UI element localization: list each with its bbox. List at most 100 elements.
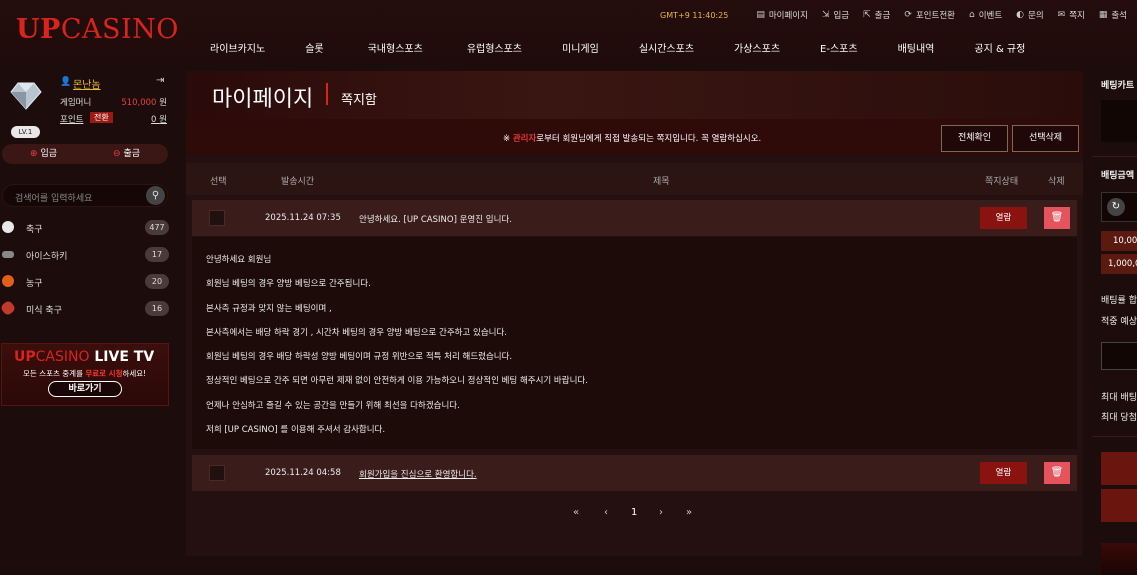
pagination-current[interactable]: 1	[631, 507, 637, 518]
minus-circle-icon: ⊖	[112, 149, 121, 159]
nav-live-casino[interactable]: 라이브카지노	[210, 40, 265, 55]
amount-button[interactable]: 1,000,0	[1101, 254, 1137, 274]
deposit-button[interactable]: ⊕ 입금	[2, 144, 85, 164]
basketball-icon	[2, 275, 14, 287]
search-input[interactable]: 검색어를 입력하세요 ⚲	[2, 184, 168, 207]
row-date: 2025.11.24 07:35	[265, 213, 341, 223]
message-line: 안녕하세요 회원님	[206, 255, 272, 265]
wallet-in-icon: ⇲	[821, 10, 830, 20]
sport-count: 477	[145, 220, 169, 235]
banner-thumb[interactable]	[1101, 543, 1137, 575]
delete-selected-button[interactable]: 선택삭제	[1012, 125, 1079, 152]
max-bet-label: 최대 배팅	[1101, 393, 1137, 403]
table-row[interactable]: 2025.11.24 04:58 회원가입을 진심으로 환영합니다. 열람 🗑	[192, 455, 1077, 491]
betslip-area	[1101, 100, 1137, 142]
nav-esports[interactable]: E-스포츠	[820, 40, 858, 55]
pagination-prev[interactable]: ‹	[604, 507, 608, 518]
message-line: 본사측 규정과 맞지 않는 베팅이며 ,	[206, 304, 332, 314]
message-line: 정상적인 베팅으로 간주 되면 아무런 제재 없이 안전하게 이용 가능하오니 …	[206, 376, 588, 386]
nav-mini-game[interactable]: 미니게임	[562, 40, 599, 55]
title-divider	[326, 83, 328, 105]
header-status: 쪽지상태	[985, 177, 1019, 187]
header-delete: 삭제	[1048, 177, 1065, 187]
main-nav: 라이브카지노 슬롯 국내형스포츠 유럽형스포츠 미니게임 실시간스포츠 가상스포…	[210, 40, 1025, 55]
table-header: 선택 발송시간 제목 쪽지상태 삭제	[186, 163, 1083, 195]
row-title[interactable]: 안녕하세요. [UP CASINO] 운영진 입니다.	[359, 213, 512, 225]
profile-panel: LV.1 👤 몬난놈 ⇥ 게임머니 510,000 원 포인트 전환 0 원 ⊕…	[0, 72, 177, 164]
top-utility-bar: GMT+9 11:40:25 ▤ 마이페이지 ⇲ 입금 ⇱ 출금 ⟳ 포인트전환 ⌂ 이벤…	[660, 9, 1127, 21]
sport-item-soccer[interactable]: 축구 477	[0, 217, 177, 239]
inquiry-link[interactable]: ◐ 문의	[1016, 9, 1044, 21]
nav-virtual-sports[interactable]: 가상스포츠	[734, 40, 780, 55]
withdraw-button[interactable]: ⊖ 출금	[85, 144, 168, 164]
american-football-icon	[0, 299, 17, 317]
search-icon[interactable]: ⚲	[146, 186, 165, 205]
check-all-button[interactable]: 전체확인	[941, 125, 1008, 152]
sport-item-american-football[interactable]: 미식 축구 16	[0, 298, 177, 320]
id-card-icon: ▤	[756, 10, 765, 20]
row-checkbox[interactable]	[209, 465, 225, 481]
banner-go-button[interactable]: 바로가기	[48, 381, 122, 397]
notice-text: ※ 관리자로부터 회원님에게 직접 발송되는 쪽지입니다. 꼭 열람하십시오.	[503, 134, 762, 144]
trash-icon[interactable]: 🗑	[1044, 207, 1070, 229]
bet-action-button[interactable]	[1101, 489, 1137, 522]
withdraw-link[interactable]: ⇱ 출금	[863, 9, 890, 21]
pagination-next[interactable]: ›	[659, 507, 663, 518]
gift-icon: ⌂	[968, 10, 975, 20]
bet-amount-input[interactable]: ↻	[1101, 192, 1137, 222]
trash-icon[interactable]: 🗑	[1044, 462, 1070, 484]
deposit-withdraw-bar: ⊕ 입금 ⊖ 출금	[2, 144, 168, 164]
nav-european-sports[interactable]: 유럽형스포츠	[467, 40, 522, 55]
pagination-first[interactable]: «	[573, 507, 579, 518]
bet-slip-panel: 베팅카트 배팅금액 ↻ 10,00 1,000,0 배팅률 합 적중 예상 최대…	[1092, 64, 1137, 575]
header-time: 발송시간	[281, 177, 315, 187]
reset-icon[interactable]: ↻	[1107, 198, 1125, 216]
nav-notice-rules[interactable]: 공지 & 규정	[974, 40, 1025, 55]
hockey-puck-icon	[2, 251, 14, 258]
point-convert-button[interactable]: 전환	[90, 112, 113, 123]
sport-item-ice-hockey[interactable]: 아이스하키 17	[0, 244, 177, 266]
username[interactable]: 몬난놈	[73, 76, 101, 91]
game-money-value: 510,000 원	[121, 98, 167, 108]
bet-action-button[interactable]	[1101, 452, 1137, 485]
sport-count: 20	[145, 274, 169, 289]
site-logo[interactable]: UPCASINO	[16, 14, 179, 45]
point-value: 0 원	[151, 115, 167, 125]
table-row[interactable]: 2025.11.24 07:35 안녕하세요. [UP CASINO] 운영진 …	[192, 200, 1077, 236]
row-checkbox[interactable]	[209, 210, 225, 226]
mypage-link[interactable]: ▤ 마이페이지	[756, 9, 808, 21]
messages-link[interactable]: ✉ 쪽지	[1058, 9, 1085, 21]
betslip-title: 베팅카트	[1101, 81, 1135, 91]
pagination-last[interactable]: »	[686, 507, 692, 518]
left-sidebar: LV.1 👤 몬난놈 ⇥ 게임머니 510,000 원 포인트 전환 0 원 ⊕…	[0, 64, 177, 575]
nav-bet-history[interactable]: 배팅내역	[898, 40, 935, 55]
logout-icon[interactable]: ⇥	[156, 75, 164, 86]
divider	[1092, 436, 1137, 437]
row-title[interactable]: 회원가입을 진심으로 환영합니다.	[359, 468, 477, 480]
deposit-link[interactable]: ⇲ 입금	[822, 9, 849, 21]
plus-circle-icon: ⊕	[29, 149, 38, 159]
row-status-button[interactable]: 열람	[980, 207, 1027, 229]
sport-count: 16	[145, 301, 169, 316]
level-gem-icon	[10, 82, 42, 110]
game-money-label: 게임머니	[60, 98, 92, 108]
message-line: 회원님 베팅의 경우 양방 베팅으로 간주됩니다.	[206, 279, 371, 289]
row-status-button[interactable]: 열람	[980, 462, 1027, 484]
attendance-link[interactable]: ▦ 출석	[1099, 9, 1127, 21]
sport-item-basketball[interactable]: 농구 20	[0, 271, 177, 293]
nav-domestic-sports[interactable]: 국내형스포츠	[368, 40, 423, 55]
server-clock: GMT+9 11:40:25	[660, 10, 729, 20]
main-content: 마이페이지 쪽지함 ※ 관리자로부터 회원님에게 직접 발송되는 쪽지입니다. …	[186, 71, 1083, 556]
bet-input[interactable]	[1101, 342, 1137, 370]
nav-live-sports[interactable]: 실시간스포츠	[639, 40, 694, 55]
amount-button[interactable]: 10,00	[1101, 231, 1137, 251]
event-link[interactable]: ⌂ 이벤트	[969, 9, 1002, 21]
wallet-out-icon: ⇱	[863, 10, 871, 20]
envelope-icon: ✉	[1057, 10, 1066, 20]
live-tv-banner[interactable]: UPCASINO LIVE TV 모든 스포츠 중계를 무료로 시청하세요! 바…	[1, 343, 169, 406]
point-convert-link[interactable]: ⟳ 포인트전환	[904, 9, 955, 21]
nav-slot[interactable]: 슬롯	[305, 40, 323, 55]
point-label: 포인트	[60, 115, 84, 125]
row-date: 2025.11.24 04:58	[265, 468, 341, 478]
search-placeholder: 검색어를 입력하세요	[15, 194, 93, 204]
